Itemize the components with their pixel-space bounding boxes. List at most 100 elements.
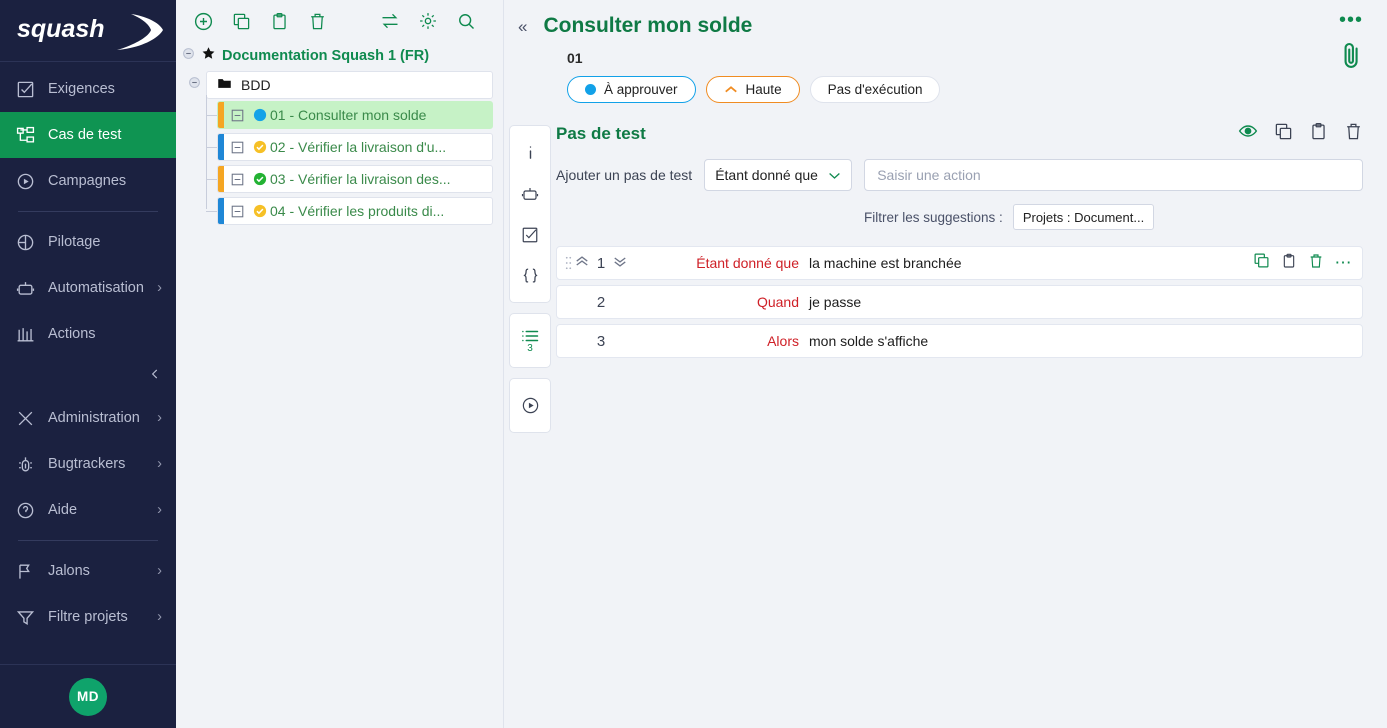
sidebar-item-label: Bugtrackers bbox=[48, 456, 157, 472]
expand-toggle-icon[interactable] bbox=[224, 109, 250, 122]
table-row[interactable]: 2 Quand je passe bbox=[556, 285, 1363, 319]
delete-icon[interactable] bbox=[298, 12, 336, 31]
sidebar-item-aide[interactable]: Aide › bbox=[0, 487, 176, 533]
paperclip-icon[interactable] bbox=[1339, 40, 1363, 75]
status-badge[interactable]: À approuver bbox=[567, 76, 696, 103]
tree-folder-bdd[interactable]: BDD bbox=[206, 71, 493, 99]
rail-tab-test-steps[interactable]: 3 bbox=[510, 320, 550, 361]
tree-item-02[interactable]: 02 - Vérifier la livraison d'u... bbox=[217, 133, 493, 161]
robot-icon bbox=[521, 185, 539, 203]
sidebar-nav: Exigences Cas de test Campagnes bbox=[0, 62, 176, 640]
copy-icon[interactable] bbox=[1274, 122, 1293, 146]
sidebar-item-exigences[interactable]: Exigences bbox=[0, 66, 176, 112]
steps-count-badge: 3 bbox=[527, 344, 533, 353]
sidebar-item-automatisation[interactable]: Automatisation › bbox=[0, 265, 176, 311]
step-number: 1 bbox=[595, 255, 607, 272]
rail-tab-parameters[interactable] bbox=[510, 255, 550, 296]
sidebar-item-campagnes[interactable]: Campagnes bbox=[0, 158, 176, 204]
tree-item-04[interactable]: 04 - Vérifier les produits di... bbox=[217, 197, 493, 225]
sidebar-item-administration[interactable]: Administration › bbox=[0, 395, 176, 441]
sidebar-item-cas-de-test[interactable]: Cas de test bbox=[0, 112, 176, 158]
expand-toggle-icon[interactable] bbox=[224, 205, 250, 218]
tree-item-label: 01 - Consulter mon solde bbox=[270, 107, 432, 123]
chevron-right-icon: › bbox=[157, 502, 162, 518]
chevron-right-icon: › bbox=[157, 410, 162, 426]
copy-icon[interactable] bbox=[1253, 252, 1270, 274]
tree-item-label: 04 - Vérifier les produits di... bbox=[270, 203, 450, 219]
title-row: « Consulter mon solde bbox=[518, 14, 1369, 38]
expand-toggle-icon[interactable] bbox=[224, 173, 250, 186]
rail-group-executions bbox=[509, 378, 551, 433]
keyword-select[interactable]: Étant donné que bbox=[704, 159, 852, 191]
rail-tab-executions[interactable] bbox=[510, 385, 550, 426]
table-row[interactable]: 1 Étant donné que la machine est branché… bbox=[556, 246, 1363, 280]
expand-toggle-icon[interactable] bbox=[224, 141, 250, 154]
delete-icon[interactable] bbox=[1344, 122, 1363, 146]
squash-logo-icon: squash bbox=[13, 10, 163, 52]
sidebar-item-jalons[interactable]: Jalons › bbox=[0, 548, 176, 594]
tree-folder-label: BDD bbox=[241, 77, 271, 93]
page-title: Consulter mon solde bbox=[543, 14, 752, 38]
search-icon[interactable] bbox=[447, 11, 485, 31]
drag-handle-icon[interactable] bbox=[561, 255, 575, 271]
steps-section-header: Pas de test bbox=[556, 121, 1363, 146]
section-title: Pas de test bbox=[556, 124, 646, 144]
bug-icon bbox=[16, 455, 48, 474]
step-row-actions: ⋯ bbox=[1253, 252, 1353, 274]
user-area: MD bbox=[0, 664, 176, 728]
step-more-options-icon[interactable]: ⋯ bbox=[1335, 259, 1353, 267]
double-chevron-left-icon[interactable]: « bbox=[518, 18, 527, 35]
action-input[interactable]: Saisir une action bbox=[864, 159, 1363, 191]
tree-item-03[interactable]: 03 - Vérifier la livraison des... bbox=[217, 165, 493, 193]
step-action-text: la machine est branchée bbox=[809, 255, 1253, 271]
main-panel: « Consulter mon solde 01 À approuver Hau… bbox=[504, 0, 1387, 728]
tree-folder-row: BDD bbox=[176, 71, 503, 99]
copy-icon[interactable] bbox=[222, 12, 260, 31]
rail-tab-verified-requirements[interactable] bbox=[510, 214, 550, 255]
tree-item-01[interactable]: 01 - Consulter mon solde bbox=[217, 101, 493, 129]
delete-icon[interactable] bbox=[1308, 253, 1324, 274]
transfer-icon[interactable] bbox=[371, 11, 409, 31]
list-icon bbox=[521, 329, 539, 343]
step-order-controls: 1 bbox=[575, 255, 649, 272]
rail-group-primary bbox=[509, 125, 551, 303]
execution-badge[interactable]: Pas d'exécution bbox=[810, 76, 941, 103]
suggestion-filter-label: Filtrer les suggestions : bbox=[864, 210, 1003, 225]
add-icon[interactable] bbox=[184, 11, 222, 32]
collapse-toggle-icon[interactable] bbox=[182, 47, 195, 64]
more-options-icon[interactable]: ••• bbox=[1339, 14, 1363, 26]
sidebar-item-label: Campagnes bbox=[48, 173, 176, 189]
braces-icon bbox=[521, 266, 540, 285]
paste-icon[interactable] bbox=[1281, 253, 1297, 274]
tree-root-node[interactable]: Documentation Squash 1 (FR) bbox=[176, 42, 503, 71]
chevron-right-icon: › bbox=[157, 456, 162, 472]
rail-tab-automation[interactable] bbox=[510, 173, 550, 214]
suggestion-filter-chip[interactable]: Projets : Document... bbox=[1013, 204, 1154, 230]
sidebar-item-pilotage[interactable]: Pilotage bbox=[0, 219, 176, 265]
sidebar-item-bugtrackers[interactable]: Bugtrackers › bbox=[0, 441, 176, 487]
paste-icon[interactable] bbox=[1309, 122, 1328, 146]
favorite-star-icon bbox=[201, 46, 216, 65]
move-down-icon[interactable] bbox=[613, 256, 627, 270]
svg-text:squash: squash bbox=[17, 15, 105, 43]
checkbox-icon bbox=[16, 80, 48, 99]
move-up-icon[interactable] bbox=[575, 256, 589, 270]
chevron-right-icon: › bbox=[157, 563, 162, 579]
app-logo[interactable]: squash bbox=[0, 0, 176, 62]
eye-icon[interactable] bbox=[1238, 121, 1258, 146]
collapse-toggle-icon[interactable] bbox=[188, 76, 201, 94]
sidebar-item-filtre-projets[interactable]: Filtre projets › bbox=[0, 594, 176, 640]
header-actions: ••• bbox=[1339, 14, 1363, 75]
sidebar-item-label: Jalons bbox=[48, 563, 157, 579]
body-area: 3 Pas de test bbox=[504, 121, 1387, 728]
table-row[interactable]: 3 Alors mon solde s'affiche bbox=[556, 324, 1363, 358]
gear-icon[interactable] bbox=[409, 11, 447, 31]
tree-item-row: 01 - Consulter mon solde bbox=[206, 99, 503, 131]
sidebar-item-actions[interactable]: Actions bbox=[0, 311, 176, 357]
priority-badge[interactable]: Haute bbox=[706, 76, 800, 103]
paste-icon[interactable] bbox=[260, 12, 298, 31]
avatar[interactable]: MD bbox=[69, 678, 107, 716]
steps-section-actions bbox=[1238, 121, 1363, 146]
rail-tab-information[interactable] bbox=[510, 132, 550, 173]
sidebar-collapse-button[interactable] bbox=[0, 367, 176, 381]
